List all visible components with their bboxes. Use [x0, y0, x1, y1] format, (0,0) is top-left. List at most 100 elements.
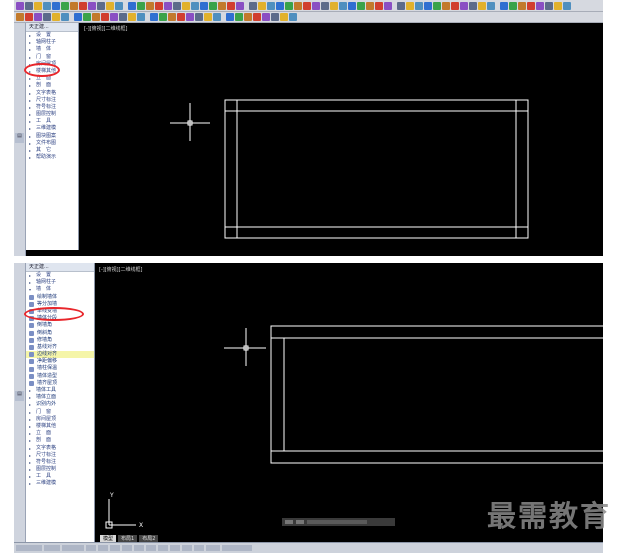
- sidebar-menu-item[interactable]: ▸ 文件布图: [26, 140, 78, 147]
- toolbar-tool-icon[interactable]: [61, 13, 69, 21]
- toolbar-tool-icon[interactable]: [128, 13, 136, 21]
- status-toggle-button[interactable]: [222, 545, 252, 551]
- sidebar-menu-item[interactable]: ▾ 墙 体: [26, 286, 94, 293]
- sidebar-menu-item[interactable]: ▸ 尺寸标注: [26, 452, 94, 459]
- sidebar-menu-item[interactable]: ▸ 剖 面: [26, 437, 94, 444]
- sidebar-menu-item[interactable]: ▸ 帮助演示: [26, 154, 78, 161]
- toolbar-tool-icon[interactable]: [276, 1, 284, 10]
- toolbar-tool-icon[interactable]: [97, 1, 105, 10]
- toolbar-tool-icon[interactable]: [213, 13, 221, 21]
- sidebar-menu-item[interactable]: ▸ 三维建模: [26, 480, 94, 487]
- toolbar-tool-icon[interactable]: [137, 13, 145, 21]
- toolbar-tool-icon[interactable]: [115, 1, 123, 10]
- toolbar-tool-icon[interactable]: [321, 1, 329, 10]
- toolbar-tool-icon[interactable]: [433, 1, 441, 10]
- toolbar-tool-icon[interactable]: [173, 1, 181, 10]
- toolbar-tool-icon[interactable]: [191, 1, 199, 10]
- toolbar-tool-icon[interactable]: [289, 13, 297, 21]
- status-toggle-button[interactable]: [98, 545, 108, 551]
- status-toggle-button[interactable]: [44, 545, 60, 551]
- sidebar-menu-item[interactable]: ▸ 门 窗: [26, 54, 78, 61]
- sidebar-menu-item[interactable]: ▸ 符号标注: [26, 459, 94, 466]
- wall-submenu-item[interactable]: ▸ 识别内外: [26, 401, 94, 408]
- toolbar-tool-icon[interactable]: [137, 1, 145, 10]
- status-toggle-button[interactable]: [16, 545, 42, 551]
- sidebar-menu-item[interactable]: ▸ 文字表格: [26, 90, 78, 97]
- sidebar-menu-item[interactable]: ▸ 图块图案: [26, 133, 78, 140]
- toolbar-tool-icon[interactable]: [500, 1, 508, 10]
- sidebar-menu-item[interactable]: ▸ 符号标注: [26, 104, 78, 111]
- toolbar-tool-icon[interactable]: [303, 1, 311, 10]
- toolbar-tool-icon[interactable]: [177, 13, 185, 21]
- toolbar-tool-icon[interactable]: [74, 13, 82, 21]
- sidebar-dock-strip[interactable]: ▤: [14, 23, 26, 256]
- toolbar-tool-icon[interactable]: [83, 13, 91, 21]
- toolbar-tool-icon[interactable]: [92, 13, 100, 21]
- status-toggle-button[interactable]: [194, 545, 204, 551]
- toolbar-tool-icon[interactable]: [70, 1, 78, 10]
- sidebar-menu-item[interactable]: ▸ 文字表格: [26, 445, 94, 452]
- toolbar-tool-icon[interactable]: [200, 1, 208, 10]
- toolbar-tool-icon[interactable]: [330, 1, 338, 10]
- status-toggle-button[interactable]: [206, 545, 220, 551]
- toolbar-tool-icon[interactable]: [487, 1, 495, 10]
- toolbar-tool-icon[interactable]: [43, 1, 51, 10]
- toolbar-tool-icon[interactable]: [509, 1, 517, 10]
- toolbar-tool-icon[interactable]: [460, 1, 468, 10]
- toolbar-tool-icon[interactable]: [150, 13, 158, 21]
- toolbar-tool-icon[interactable]: [164, 1, 172, 10]
- toolbar-tool-icon[interactable]: [424, 1, 432, 10]
- sidebar-menu-item[interactable]: ▸ 尺寸标注: [26, 97, 78, 104]
- cmd-close-icon[interactable]: [285, 520, 293, 524]
- sidebar-menu-item[interactable]: ▸ 墙 体: [26, 46, 78, 53]
- toolbar-tool-icon[interactable]: [52, 1, 60, 10]
- command-input[interactable]: [307, 520, 367, 524]
- status-toggle-button[interactable]: [110, 545, 120, 551]
- toolbar-tool-icon[interactable]: [258, 1, 266, 10]
- sidebar-menu-item[interactable]: ▸ 门 窗: [26, 409, 94, 416]
- toolbar-tool-icon[interactable]: [128, 1, 136, 10]
- toolbar-tool-icon[interactable]: [536, 1, 544, 10]
- toolbar-tool-icon[interactable]: [527, 1, 535, 10]
- toolbar-tool-icon[interactable]: [518, 1, 526, 10]
- wall-submenu-item[interactable]: 倒斜角: [26, 330, 94, 337]
- toolbar-tool-icon[interactable]: [563, 1, 571, 10]
- status-toggle-button[interactable]: [158, 545, 168, 551]
- status-toggle-button[interactable]: [122, 545, 132, 551]
- toolbar-tool-icon[interactable]: [218, 1, 226, 10]
- toolbar-tool-icon[interactable]: [415, 1, 423, 10]
- command-line[interactable]: [282, 518, 395, 526]
- toolbar-tool-icon[interactable]: [451, 1, 459, 10]
- toolbar-tool-icon[interactable]: [253, 13, 261, 21]
- toolbar-tool-icon[interactable]: [545, 1, 553, 10]
- sidebar-menu-item[interactable]: ▸ 图层控制: [26, 466, 94, 473]
- toolbar-tool-icon[interactable]: [249, 1, 257, 10]
- toolbar-tool-icon[interactable]: [236, 1, 244, 10]
- sidebar-menu-item[interactable]: ▸ 剖 面: [26, 82, 78, 89]
- toolbar-tool-icon[interactable]: [469, 1, 477, 10]
- wall-submenu-item[interactable]: 基线对齐: [26, 344, 94, 351]
- wall-submenu-item[interactable]: 倒墙角: [26, 322, 94, 329]
- drawing-canvas[interactable]: [-][俯视][二维线框]: [80, 23, 603, 256]
- toolbar-tool-icon[interactable]: [195, 13, 203, 21]
- toolbar-tool-icon[interactable]: [110, 13, 118, 21]
- sidebar-title[interactable]: 天正建...: [26, 263, 94, 272]
- toolbar-tool-icon[interactable]: [168, 13, 176, 21]
- toolbar-tool-icon[interactable]: [271, 13, 279, 21]
- toolbar-tool-icon[interactable]: [554, 1, 562, 10]
- toolbar-tool-icon[interactable]: [186, 13, 194, 21]
- toolbar-tool-icon[interactable]: [267, 1, 275, 10]
- toolbar-tool-icon[interactable]: [34, 13, 42, 21]
- sidebar-title[interactable]: 天正建...: [26, 23, 78, 32]
- toolbar-tool-icon[interactable]: [406, 1, 414, 10]
- toolbar-tool-icon[interactable]: [478, 1, 486, 10]
- toolbar-tool-icon[interactable]: [204, 13, 212, 21]
- toolbar-tool-icon[interactable]: [146, 1, 154, 10]
- sidebar-menu-item[interactable]: ▸ 三维建模: [26, 125, 78, 132]
- toolbar-tool-icon[interactable]: [101, 13, 109, 21]
- toolbar-tool-icon[interactable]: [25, 13, 33, 21]
- status-toggle-button[interactable]: [170, 545, 180, 551]
- toolbar-tool-icon[interactable]: [155, 1, 163, 10]
- toolbar-tool-icon[interactable]: [106, 1, 114, 10]
- sidebar-menu-item[interactable]: ▸ 轴网柱子: [26, 39, 78, 46]
